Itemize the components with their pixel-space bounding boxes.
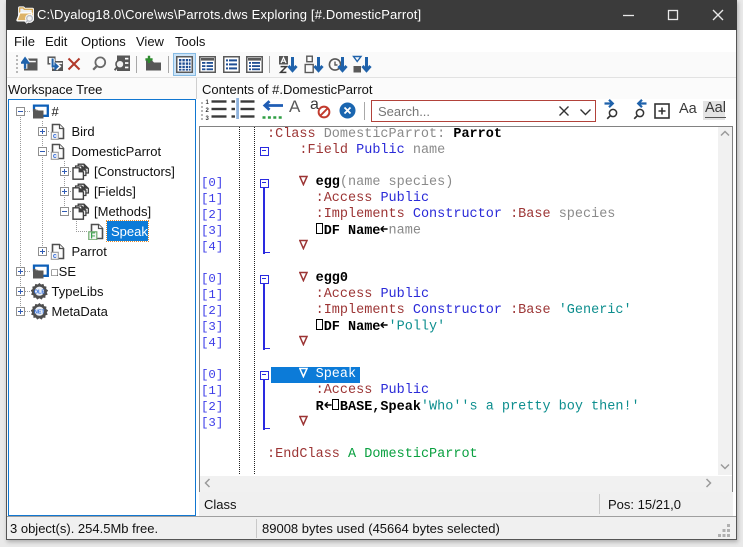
svg-text:1: 1 [206, 100, 210, 106]
svg-text:NET: NET [34, 309, 45, 315]
svg-text:3: 3 [206, 116, 210, 120]
svg-text:2: 2 [206, 108, 210, 114]
svg-text:OLE: OLE [34, 289, 45, 295]
